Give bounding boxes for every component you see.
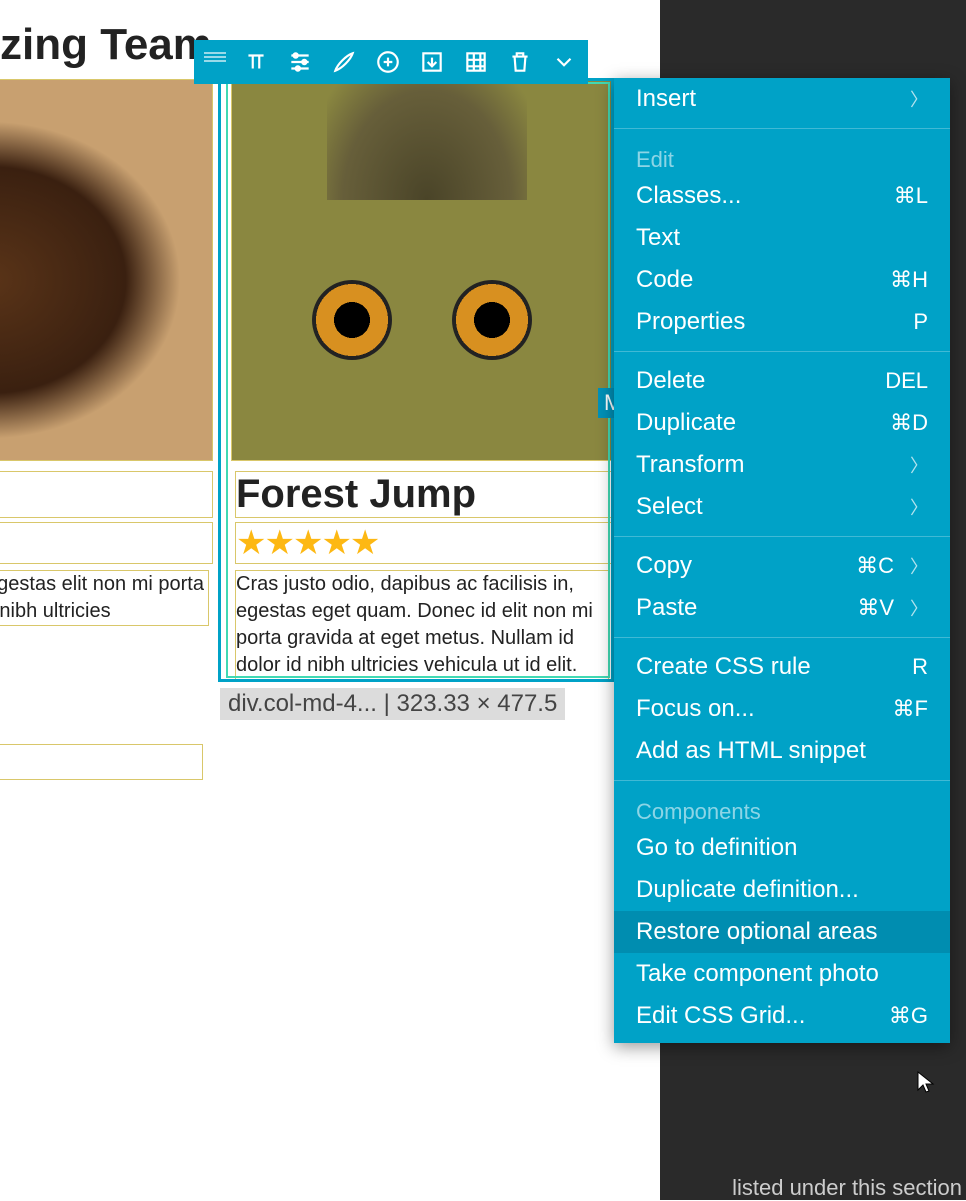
card-title[interactable]: Pine [0, 472, 212, 517]
menu-add-html-snippet[interactable]: Add as HTML snippet [614, 730, 950, 772]
panel-text: listed under this section [732, 1175, 962, 1201]
insert-icon[interactable] [418, 48, 446, 76]
menu-go-to-definition[interactable]: Go to definition [614, 827, 950, 869]
menu-label: Classes... [636, 182, 741, 210]
floating-toolbar[interactable] [194, 40, 588, 84]
menu-edit-css-grid[interactable]: Edit CSS Grid... ⌘G [614, 995, 950, 1037]
menu-label: Select [636, 493, 703, 521]
grid-icon[interactable] [462, 48, 490, 76]
menu-duplicate[interactable]: Duplicate ⌘D [614, 402, 950, 444]
text-icon[interactable] [242, 48, 270, 76]
brush-icon[interactable] [330, 48, 358, 76]
star-icon: ★★★★★ [236, 524, 378, 562]
menu-label: Delete [636, 367, 705, 395]
menu-label: Create CSS rule [636, 653, 811, 681]
menu-code[interactable]: Code ⌘H [614, 259, 950, 301]
menu-label: Code [636, 266, 693, 294]
menu-focus-on[interactable]: Focus on... ⌘F [614, 688, 950, 730]
menu-shortcut: ⌘V [857, 595, 894, 621]
menu-properties[interactable]: Properties P [614, 301, 950, 343]
menu-label: Take component photo [636, 960, 879, 988]
menu-label: Insert [636, 85, 696, 113]
menu-shortcut: ⌘F [893, 696, 928, 722]
selection-info: div.col-md-4... | 323.33 × 477.5 [220, 688, 565, 720]
menu-restore-optional-areas[interactable]: Restore optional areas [614, 911, 950, 953]
canvas-area[interactable]: zing Team Pine ★★★★★ us ac facilisis in,… [0, 0, 660, 1200]
menu-delete[interactable]: Delete DEL [614, 360, 950, 402]
add-circle-icon[interactable] [374, 48, 402, 76]
drag-handle-icon[interactable] [204, 52, 226, 72]
menu-label: Paste [636, 594, 697, 622]
menu-section-components: Components [614, 789, 950, 827]
link[interactable]: udio [0, 745, 202, 779]
menu-separator [614, 780, 950, 781]
menu-label: Properties [636, 308, 745, 336]
menu-label: Duplicate [636, 409, 736, 437]
menu-shortcut: ⌘G [889, 1003, 928, 1029]
team-card-selected[interactable]: Forest Jump ★★★★★ Cras justo odio, dapib… [232, 80, 612, 679]
menu-duplicate-definition[interactable]: Duplicate definition... [614, 869, 950, 911]
menu-label: Restore optional areas [636, 918, 877, 946]
menu-shortcut: R [912, 654, 928, 680]
menu-shortcut: ⌘L [894, 183, 928, 209]
card-title[interactable]: Forest Jump [236, 472, 612, 517]
page-title: zing Team [0, 20, 212, 70]
menu-separator [614, 351, 950, 352]
menu-label: Text [636, 224, 680, 252]
menu-paste[interactable]: Paste ⌘V 〉 [614, 587, 950, 629]
menu-insert[interactable]: Insert 〉 [614, 78, 950, 120]
menu-separator [614, 128, 950, 129]
menu-take-component-photo[interactable]: Take component photo [614, 953, 950, 995]
trash-icon[interactable] [506, 48, 534, 76]
menu-separator [614, 536, 950, 537]
menu-shortcut: P [913, 309, 928, 335]
menu-copy[interactable]: Copy ⌘C 〉 [614, 545, 950, 587]
menu-section-edit: Edit [614, 137, 950, 175]
menu-shortcut: ⌘C [856, 553, 894, 579]
menu-shortcut: DEL [885, 368, 928, 394]
card-text[interactable]: Cras justo odio, dapibus ac facilisis in… [236, 571, 608, 679]
chevron-right-icon: 〉 [910, 494, 928, 520]
team-card[interactable]: Pine ★★★★★ us ac facilisis in, egestas e… [0, 80, 212, 625]
menu-label: Edit CSS Grid... [636, 1002, 805, 1030]
card-image[interactable] [232, 80, 612, 460]
chevron-right-icon: 〉 [910, 452, 928, 478]
menu-separator [614, 637, 950, 638]
rating-stars[interactable]: ★★★★★ [0, 523, 212, 563]
card-text[interactable]: us ac facilisis in, egestas elit non mi … [0, 571, 208, 625]
menu-shortcut: ⌘D [890, 410, 928, 436]
menu-label: Go to definition [636, 834, 797, 862]
menu-classes[interactable]: Classes... ⌘L [614, 175, 950, 217]
menu-label: Focus on... [636, 695, 755, 723]
menu-create-css-rule[interactable]: Create CSS rule R [614, 646, 950, 688]
menu-select[interactable]: Select 〉 [614, 486, 950, 528]
context-menu: Insert 〉 Edit Classes... ⌘L Text Code ⌘H… [614, 78, 950, 1043]
card-image[interactable] [0, 80, 212, 460]
menu-label: Copy [636, 552, 692, 580]
menu-transform[interactable]: Transform 〉 [614, 444, 950, 486]
chevron-right-icon: 〉 [910, 595, 928, 621]
menu-text[interactable]: Text [614, 217, 950, 259]
menu-shortcut: ⌘H [890, 267, 928, 293]
menu-label: Transform [636, 451, 744, 479]
chevron-right-icon: 〉 [910, 553, 928, 579]
menu-label: Duplicate definition... [636, 876, 859, 904]
sliders-icon[interactable] [286, 48, 314, 76]
chevron-down-icon[interactable] [550, 48, 578, 76]
chevron-right-icon: 〉 [910, 86, 928, 112]
rating-stars[interactable]: ★★★★★ [236, 523, 612, 563]
menu-label: Add as HTML snippet [636, 737, 866, 765]
